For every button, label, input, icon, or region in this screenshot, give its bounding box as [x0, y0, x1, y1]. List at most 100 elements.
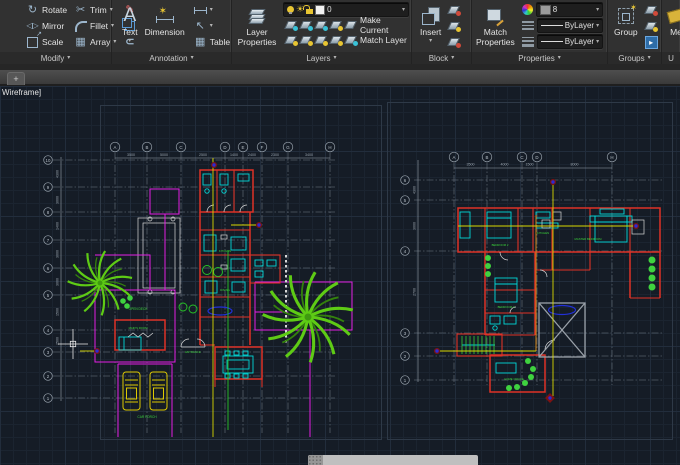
group-select-toggle[interactable]: ▸: [643, 34, 660, 50]
ungroup-icon: [645, 6, 658, 16]
dim-text: 3000: [56, 250, 60, 258]
file-tab-bar: +: [0, 70, 680, 86]
modify-panel-label[interactable]: Modify ▾: [0, 52, 111, 64]
color-wheel-icon[interactable]: [521, 4, 533, 15]
left-grid-column-bubbles: A B C D E F G H 3500 5000 2500 1400 2400…: [109, 141, 336, 157]
layer-unisolate-icon[interactable]: [300, 21, 313, 31]
dim-text: 2700: [413, 288, 417, 296]
layer-properties-icon: [248, 4, 266, 28]
groups-panel-label[interactable]: Groups ▾: [608, 52, 661, 64]
object-color-dropdown[interactable]: 8 ▾: [535, 2, 604, 17]
lineweight-value: ByLayer: [564, 37, 595, 46]
survey-marker: [256, 222, 262, 228]
edit-block-icon: [448, 22, 462, 32]
grid-row-label: 3: [47, 350, 50, 355]
new-drawing-tab-button[interactable]: +: [7, 72, 25, 85]
layer-off-icon[interactable]: [285, 36, 298, 46]
grid-col-label: H: [328, 145, 331, 150]
layer-properties-button[interactable]: Layer Properties: [234, 2, 280, 52]
command-line-grip[interactable]: [308, 455, 323, 465]
scale-button[interactable]: Scale: [24, 31, 69, 50]
group-edit-button[interactable]: [643, 18, 660, 34]
dim-text: 2500: [199, 153, 207, 157]
layers-panel-label[interactable]: Layers ▾: [232, 52, 411, 64]
survey-marker: [550, 179, 556, 185]
grid-row-label: 9: [47, 185, 50, 190]
dim-text: 4300: [56, 170, 60, 178]
edit-block-button[interactable]: [446, 18, 462, 34]
grid-col-label: B: [146, 145, 149, 150]
grid-col-label: G: [286, 145, 290, 150]
measure-button[interactable]: Me: [666, 2, 680, 52]
layer-dropdown-caret: ▾: [401, 7, 405, 13]
grid-col-label: F: [261, 145, 264, 150]
linetype-row: ByLayer ▾: [520, 18, 605, 33]
layer-isolate-icon[interactable]: [285, 21, 298, 31]
dim-text: 3500: [127, 153, 135, 157]
dim-text: 2300: [271, 153, 279, 157]
viewport-control-label[interactable]: Wireframe]: [2, 88, 41, 97]
command-line-window[interactable]: [308, 455, 478, 465]
dim-text: 1500: [56, 308, 60, 316]
panel-layers: Layer Properties ☀ 0 ▾ Make Current Matc…: [232, 0, 412, 64]
properties-panel-label[interactable]: Properties ▾: [472, 52, 607, 64]
annotation-panel-label[interactable]: Annotation ▾: [112, 52, 231, 64]
layer-tools-row-1: Make Current: [283, 15, 409, 35]
survey-marker: [633, 223, 639, 229]
panel-properties: Match Properties 8 ▾ ByLayer ▾ ByLayer ▾…: [472, 0, 608, 64]
grid-col-label: B: [486, 155, 489, 160]
make-current-button[interactable]: Make Current: [360, 15, 407, 35]
panel-modify: ↻Rotate ◁▷Mirror Scale ✂Trim▾ Fillet▾ ▦A…: [0, 0, 135, 64]
grid-col-label: E: [242, 145, 245, 150]
room-label: OPEN DECK: [129, 307, 149, 311]
block-attr-button[interactable]: [446, 34, 462, 50]
group-selection-icon: ▸: [644, 35, 658, 49]
panel-block: Insert ▾ Block ▾: [412, 0, 472, 64]
block-panel-label[interactable]: Block ▾: [412, 52, 471, 64]
layer-unlock2-icon[interactable]: [330, 36, 343, 46]
ungroup-button[interactable]: [643, 2, 660, 18]
create-block-icon: [448, 6, 462, 16]
layer-thaw-all-icon[interactable]: [315, 36, 328, 46]
group-edit-icon: [645, 22, 658, 32]
create-block-button[interactable]: [446, 2, 462, 18]
group-button[interactable]: ✶ Group: [612, 2, 640, 52]
grid-row-label: 4: [47, 328, 50, 333]
drawing-canvas[interactable]: Wireframe] A B C D E F G H 3500 5000 250…: [0, 86, 680, 465]
room-label: BEDROOM 2: [492, 243, 509, 247]
group-icon: ✶: [617, 3, 637, 28]
survey-marker-diamond: [545, 393, 555, 403]
ribbon: ↻Rotate ◁▷Mirror Scale ✂Trim▾ Fillet▾ ▦A…: [0, 0, 680, 64]
color-swatch: [539, 4, 551, 15]
linetype-icon: [521, 21, 534, 30]
lineweight-icon: [521, 36, 534, 47]
layer-on-all-icon[interactable]: [300, 36, 313, 46]
grid-col-label: D: [223, 145, 226, 150]
lineweight-dropdown[interactable]: ByLayer ▾: [536, 34, 604, 49]
grid-row-label: 1: [47, 396, 50, 401]
grid-row-label: 1: [404, 378, 407, 383]
match-layer-button[interactable]: Match Layer: [360, 35, 407, 45]
grid-row-label: 3: [404, 331, 407, 336]
dim-text: 3000: [413, 222, 417, 230]
text-button[interactable]: A Text ▾: [120, 2, 140, 52]
mirror-button[interactable]: ◁▷ Mirror: [24, 18, 69, 34]
layer-freeze-icon[interactable]: [315, 21, 328, 31]
room-label: BEDROOM 3: [498, 305, 515, 309]
linetype-dropdown[interactable]: ByLayer ▾: [536, 18, 604, 33]
utilities-panel-label[interactable]: U: [662, 52, 680, 64]
match-properties-button[interactable]: Match Properties: [474, 2, 517, 52]
leader-button[interactable]: ↖ ▾: [192, 18, 232, 34]
rotate-button[interactable]: ↻ Rotate: [24, 2, 69, 18]
room-label: ENTRANCE: [185, 350, 201, 354]
table-button[interactable]: ▦ Table: [192, 34, 232, 50]
palm-tree-left-fronds: [66, 249, 134, 317]
layer-lock-icon[interactable]: [330, 21, 343, 31]
make-current-icon[interactable]: [345, 21, 356, 29]
dimension-style-button[interactable]: ▾: [192, 2, 232, 18]
match-layer-icon[interactable]: [345, 36, 358, 46]
grid-col-label: C: [179, 145, 182, 150]
dimension-button[interactable]: ✶ Dimension: [143, 2, 187, 52]
car-2: [149, 371, 168, 411]
insert-button[interactable]: Insert ▾: [418, 2, 443, 52]
